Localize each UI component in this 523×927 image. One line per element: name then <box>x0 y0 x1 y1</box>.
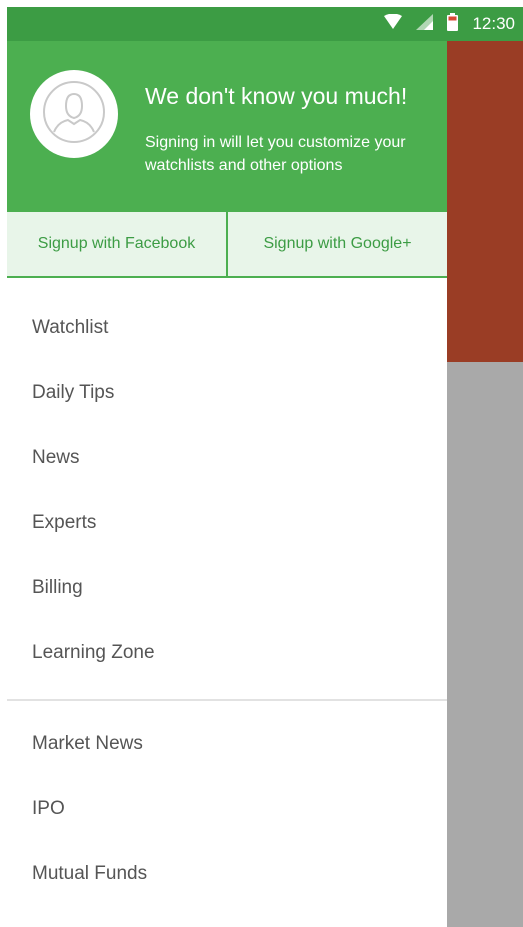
secondary-menu: Market News IPO Mutual Funds <box>7 711 447 906</box>
user-avatar-icon <box>42 80 106 149</box>
status-bar: 12:30 <box>7 7 523 41</box>
primary-menu: Watchlist Daily Tips News Experts Billin… <box>7 295 447 685</box>
user-avatar[interactable] <box>30 70 118 158</box>
menu-item-experts[interactable]: Experts <box>7 490 447 555</box>
signal-icon <box>416 13 434 35</box>
menu-item-market-news[interactable]: Market News <box>7 711 447 776</box>
status-clock: 12:30 <box>472 14 515 33</box>
status-icons: 12:30 <box>384 7 515 41</box>
background-app-scrim[interactable] <box>447 41 523 927</box>
battery-icon <box>447 12 459 36</box>
menu-item-daily-tips[interactable]: Daily Tips <box>7 360 447 425</box>
signup-buttons-row: Signup with Facebook Signup with Google+ <box>7 212 447 278</box>
menu-divider <box>7 699 447 701</box>
menu-item-learning-zone[interactable]: Learning Zone <box>7 620 447 685</box>
menu-item-billing[interactable]: Billing <box>7 555 447 620</box>
navigation-drawer: We don't know you much! Signing in will … <box>7 41 447 927</box>
menu-item-news[interactable]: News <box>7 425 447 490</box>
wifi-icon <box>384 13 403 35</box>
header-title: We don't know you much! <box>145 83 408 109</box>
drawer-header: We don't know you much! Signing in will … <box>7 41 447 212</box>
signup-facebook-button[interactable]: Signup with Facebook <box>7 212 226 276</box>
menu-item-watchlist[interactable]: Watchlist <box>7 295 447 360</box>
menu-item-ipo[interactable]: IPO <box>7 776 447 841</box>
signup-google-button[interactable]: Signup with Google+ <box>226 212 447 276</box>
header-subtitle: Signing in will let you customize your w… <box>145 134 406 174</box>
background-app-header <box>447 41 523 362</box>
menu-item-mutual-funds[interactable]: Mutual Funds <box>7 841 447 906</box>
